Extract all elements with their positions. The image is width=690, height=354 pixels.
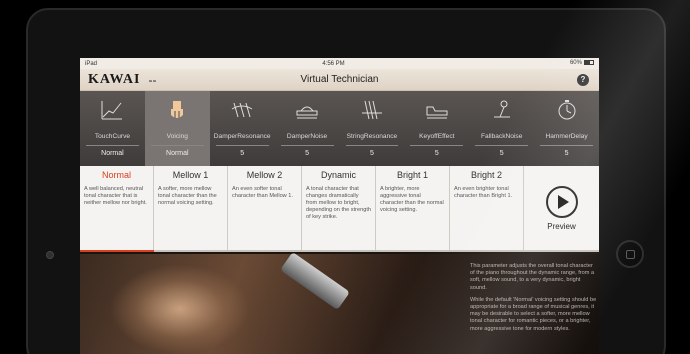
- option-description: A brighter, more aggressive tonal charac…: [380, 186, 444, 213]
- option-title: Normal: [101, 170, 131, 180]
- tool-value: Normal: [166, 150, 189, 157]
- status-bar: iPad 4:56 PM 60%: [80, 58, 599, 69]
- tool-damperresonance[interactable]: DamperResonance 5: [210, 91, 275, 166]
- voicing-option-bright-2[interactable]: Bright 2 An even brighter tonal characte…: [450, 166, 524, 250]
- tool-value: 5: [369, 150, 374, 157]
- voicing-options-panel: Normal A well balanced, neutral tonal ch…: [80, 166, 599, 252]
- option-description: A softer, more mellow tonal character th…: [158, 186, 217, 206]
- voicing-option-mellow-2[interactable]: Mellow 2 An even softer tonal character …: [228, 166, 302, 250]
- tool-value: 5: [434, 150, 439, 157]
- app-screen: iPad 4:56 PM 60% KAWAI -- Virtual Techni…: [80, 58, 599, 354]
- voicing-option-normal[interactable]: Normal A well balanced, neutral tonal ch…: [80, 166, 154, 250]
- tool-touchcurve[interactable]: TouchCurve Normal: [80, 91, 145, 166]
- parameter-info-text: This parameter adjusts the overall tonal…: [470, 263, 598, 338]
- preview-label: Preview: [547, 221, 576, 231]
- tool-value: 5: [499, 150, 504, 157]
- home-button[interactable]: [616, 240, 644, 268]
- tool-value: Normal: [101, 150, 124, 157]
- preview-button[interactable]: Preview: [524, 166, 599, 250]
- camera-icon: [46, 251, 54, 259]
- tool-voicing[interactable]: Voicing Normal: [144, 91, 210, 166]
- voicing-option-mellow-1[interactable]: Mellow 1 A softer, more mellow tonal cha…: [154, 166, 228, 250]
- tool-value: 5: [305, 150, 310, 157]
- tool-label: TouchCurve: [94, 133, 131, 140]
- device-label: iPad: [85, 60, 98, 67]
- tool-label: HammerDelay: [545, 133, 588, 140]
- info-paragraph-2: While the default 'Normal' voicing setti…: [470, 296, 597, 332]
- tool-hammerdelay[interactable]: HammerDelay 5: [534, 91, 599, 166]
- damper-resonance-icon: [210, 97, 275, 123]
- voicing-icon: [145, 97, 210, 123]
- tool-label: DamperResonance: [213, 133, 271, 140]
- damper-noise-icon: [275, 97, 340, 123]
- tool-value: 5: [240, 150, 245, 157]
- kawai-logo: KAWAI: [88, 71, 141, 87]
- back-button[interactable]: --: [148, 73, 156, 87]
- nav-bar: KAWAI -- Virtual Technician ?: [80, 69, 599, 91]
- option-title: Mellow 2: [246, 170, 283, 180]
- help-button[interactable]: ?: [577, 74, 589, 86]
- option-title: Dynamic: [320, 170, 356, 180]
- home-square-icon: [626, 250, 635, 259]
- tool-stringresonance[interactable]: StringResonance 5: [340, 91, 405, 166]
- tool-label: Voicing: [166, 133, 188, 140]
- option-description: A well balanced, neutral tonal character…: [84, 186, 147, 206]
- info-paragraph-1: This parameter adjusts the overall tonal…: [470, 263, 595, 291]
- tool-label: KeyoffEffect: [419, 133, 455, 140]
- option-description: A tonal character that changes dramatica…: [306, 186, 372, 220]
- play-icon: [545, 185, 578, 218]
- option-title: Bright 2: [470, 170, 503, 180]
- touch-curve-icon: [80, 97, 145, 123]
- voicing-option-dynamic[interactable]: Dynamic A tonal character that changes d…: [302, 166, 376, 250]
- tool-keyoffeffect[interactable]: KeyoffEffect 5: [404, 91, 469, 166]
- page-title: Virtual Technician: [300, 74, 379, 85]
- option-description: An even softer tonal character than Mell…: [232, 186, 293, 199]
- keyoff-effect-icon: [404, 97, 469, 123]
- tool-label: FallbackNoise: [480, 133, 523, 140]
- option-description: An even brighter tonal character than Br…: [454, 186, 513, 199]
- voicing-option-bright-1[interactable]: Bright 1 A brighter, more aggressive ton…: [376, 166, 450, 250]
- string-resonance-icon: [340, 97, 405, 123]
- hammer-delay-icon: [534, 97, 599, 123]
- battery-percent: 60%: [569, 60, 582, 67]
- selection-indicator: [80, 250, 154, 252]
- battery-icon: [583, 60, 594, 66]
- fallback-noise-icon: [469, 97, 534, 123]
- option-title: Mellow 1: [172, 170, 209, 180]
- tool-label: StringResonance: [346, 133, 398, 140]
- tool-label: DamperNoise: [286, 133, 328, 140]
- battery-status: 60%: [569, 60, 594, 67]
- tool-fallbacknoise[interactable]: FallbackNoise 5: [469, 91, 534, 166]
- tool-value: 5: [564, 150, 569, 157]
- parameter-toolbar: TouchCurve Normal Voicing Normal DamperR…: [80, 91, 599, 166]
- tool-dampernoise[interactable]: DamperNoise 5: [275, 91, 340, 166]
- option-title: Bright 1: [396, 170, 429, 180]
- status-time: 4:56 PM: [322, 60, 345, 67]
